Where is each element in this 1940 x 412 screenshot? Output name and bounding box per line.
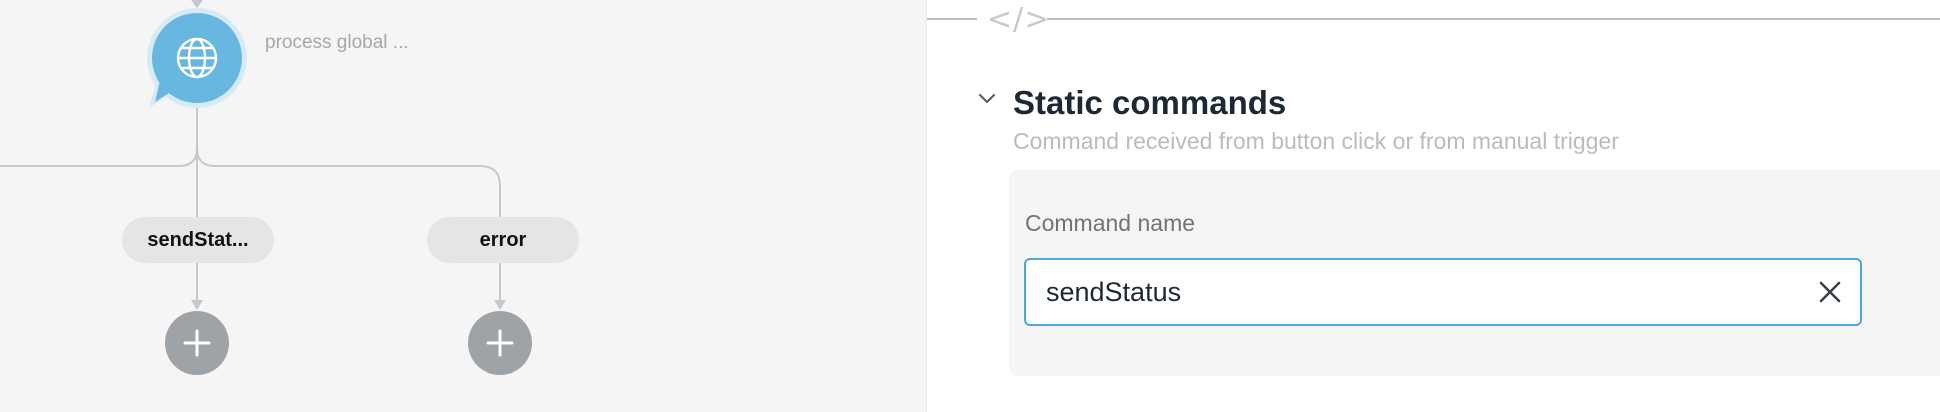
code-icon: </> [987,2,1051,37]
clear-input-button[interactable] [1814,276,1846,308]
settings-panel: </> Static commands Command received fro… [926,0,1940,412]
command-name-label: Command name [1025,210,1196,236]
add-step-button[interactable] [468,311,532,375]
root-node[interactable] [145,6,255,110]
globe-icon [147,8,247,108]
plus-icon [183,329,211,357]
section-title: Static commands [1013,84,1287,121]
add-step-button[interactable] [165,311,229,375]
flow-canvas[interactable]: process global ... sendStat... error [0,0,926,412]
command-name-input[interactable] [1024,258,1862,326]
branch-node-sendstatus[interactable]: sendStat... [122,217,274,263]
code-divider [927,18,1940,22]
command-field-card: Command name [1009,170,1940,376]
root-node-label: process global ... [265,32,409,53]
close-icon [1819,281,1841,303]
section-toggle[interactable] [977,92,1001,112]
plus-icon [486,329,514,357]
section-subtitle: Command received from button click or fr… [1013,128,1619,154]
chevron-down-icon [978,93,996,104]
branch-node-error[interactable]: error [427,217,579,263]
flow-connectors [0,0,506,310]
